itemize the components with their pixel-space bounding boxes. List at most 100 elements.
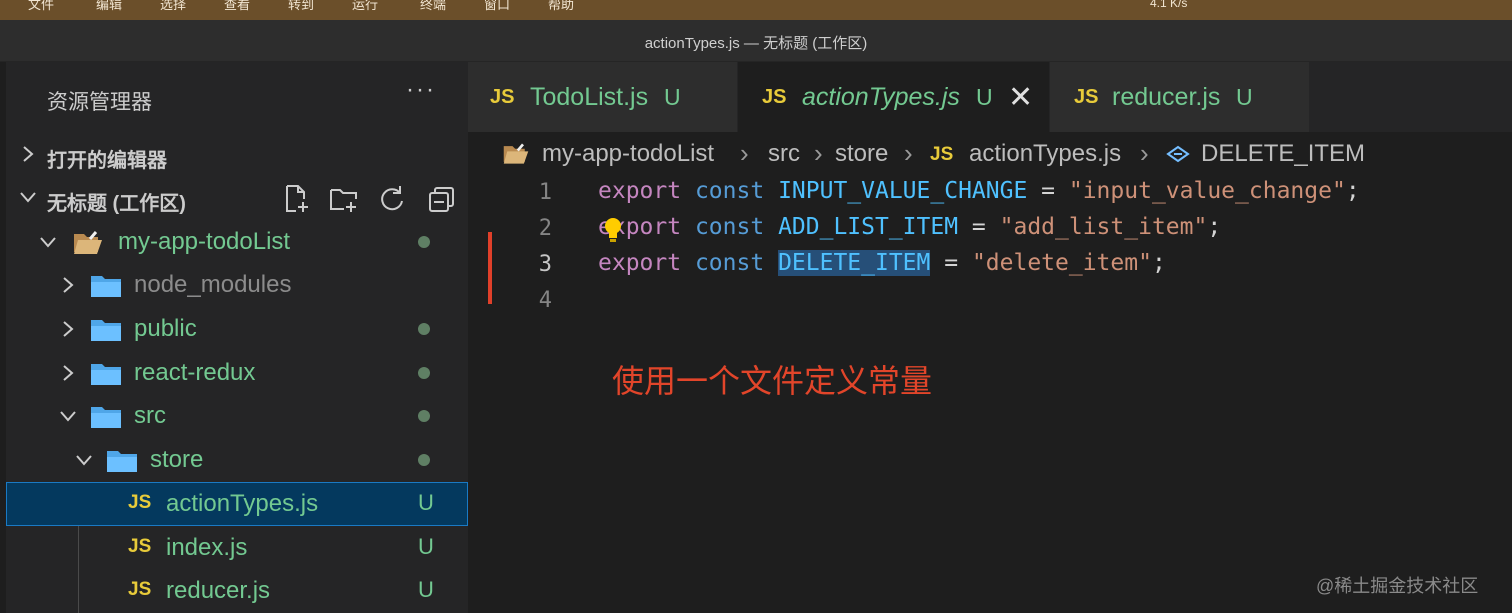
tree-item-node-modules[interactable]: node_modules (6, 263, 468, 307)
git-status-dot (418, 454, 430, 466)
menu-item[interactable]: 帮助 (548, 0, 574, 13)
tab-label: reducer.js (1112, 83, 1221, 111)
semicolon: ; (1151, 250, 1166, 276)
line-number: 4 (538, 288, 552, 313)
tree-item-my-app-todolist[interactable]: my-app-todoList (6, 220, 468, 264)
lightbulb-icon[interactable] (603, 216, 623, 244)
operator: = (930, 250, 972, 276)
js-file-icon: JS (762, 86, 787, 108)
tab-label: TodoList.js (530, 83, 649, 111)
chevron-down-icon (40, 237, 56, 248)
keyword: export (598, 250, 682, 276)
tree-item-label: index.js (166, 534, 248, 561)
chevron-down-icon (76, 455, 92, 466)
chevron-right-icon (23, 146, 34, 162)
git-status-dot (418, 323, 430, 335)
semicolon: ; (1207, 214, 1222, 240)
line-number: 3 (538, 252, 552, 277)
menu-item[interactable]: 运行 (352, 0, 378, 13)
semicolon: ; (1345, 178, 1360, 204)
tree-item-label: reducer.js (166, 577, 271, 604)
folder-icon (91, 364, 121, 385)
identifier: INPUT_VALUE_CHANGE (778, 178, 1028, 204)
string-literal: "input_value_change" (1068, 178, 1346, 204)
close-icon[interactable]: ✕ (1008, 80, 1033, 115)
tree-item-src[interactable]: src (6, 394, 468, 438)
line-number: 2 (538, 216, 552, 241)
tree-item-public[interactable]: public (6, 307, 468, 351)
breadcrumb-item[interactable]: store (835, 140, 888, 168)
tree-item-label: src (134, 402, 166, 429)
tree-item-react-redux[interactable]: react-redux (6, 351, 468, 395)
breadcrumb-separator: › (1140, 138, 1149, 168)
identifier: ADD_LIST_ITEM (778, 214, 959, 240)
tab-git-status: U (976, 84, 993, 110)
new-folder-icon[interactable] (328, 183, 360, 215)
js-file-icon: JS (128, 492, 152, 513)
menu-item[interactable]: 编辑 (96, 0, 122, 13)
folder-icon (91, 407, 121, 428)
chevron-right-icon (63, 365, 74, 381)
js-file-icon: JS (128, 579, 152, 600)
menu-item[interactable]: 终端 (420, 0, 446, 13)
annotation-text: 使用一个文件定义常量 (612, 363, 933, 399)
keyword: const (694, 250, 765, 276)
menu-item[interactable]: 窗口 (484, 0, 510, 13)
explorer-title: 资源管理器 (47, 91, 152, 114)
collapse-all-icon[interactable] (426, 183, 458, 215)
breadcrumb-item[interactable]: my-app-todoList (542, 140, 714, 168)
new-file-icon[interactable] (280, 183, 312, 215)
tab-reducer-js[interactable]: JS reducer.js U (1050, 62, 1310, 132)
menu-item[interactable]: 转到 (288, 0, 314, 13)
breadcrumb-item[interactable]: src (768, 140, 800, 168)
chevron-right-icon (63, 321, 74, 337)
editor-tab-bar: JS TodoList.js U JS actionTypes.js U ✕ J… (468, 62, 1512, 132)
chevron-down-icon (20, 192, 36, 203)
tree-item-label: node_modules (134, 271, 292, 298)
tree-item-store[interactable]: store (6, 438, 468, 482)
menu-item[interactable]: 选择 (160, 0, 186, 13)
git-status-untracked: U (418, 534, 434, 559)
tree-item-label: actionTypes.js (166, 490, 319, 517)
tree-item-index-js[interactable]: JS index.js U (6, 526, 468, 570)
menu-item[interactable]: 查看 (224, 0, 250, 13)
chevron-right-icon (63, 277, 74, 293)
tree-item-label: public (134, 315, 197, 342)
folder-icon (107, 451, 137, 472)
open-folder-icon (503, 143, 529, 164)
string-literal: "add_list_item" (999, 214, 1208, 240)
breadcrumb-separator: › (740, 138, 749, 168)
title-bar: actionTypes.js — 无标题 (工作区) (0, 20, 1512, 62)
breadcrumb-item[interactable]: DELETE_ITEM (1201, 140, 1365, 168)
operator: = (958, 214, 1000, 240)
js-file-icon: JS (128, 536, 152, 557)
window-title: actionTypes.js — 无标题 (工作区) (644, 35, 868, 52)
open-editors-section[interactable]: 打开的编辑器 (6, 134, 468, 178)
folder-icon (91, 320, 121, 341)
tab-git-status: U (664, 84, 681, 110)
network-speed: 4.1 K/s (1150, 0, 1188, 10)
tab-actiontypes-js[interactable]: JS actionTypes.js U ✕ (738, 62, 1050, 132)
open-editors-label: 打开的编辑器 (47, 150, 167, 172)
watermark: @稀土掘金技术社区 (1316, 576, 1479, 596)
string-literal: "delete_item" (971, 250, 1152, 276)
git-status-dot (418, 236, 430, 248)
open-folder-icon (74, 231, 102, 254)
git-status-untracked: U (418, 577, 434, 602)
tab-todolist-js[interactable]: JS TodoList.js U (468, 62, 738, 132)
identifier-highlighted: DELETE_ITEM (778, 250, 931, 276)
code-line: export const ADD_LIST_ITEM = "add_list_i… (598, 214, 1221, 240)
tree-item-actiontypes-js[interactable]: JS actionTypes.js U (6, 482, 468, 526)
operator: = (1027, 178, 1069, 204)
breadcrumb-separator: › (904, 138, 913, 168)
code-line: export const DELETE_ITEM = "delete_item"… (598, 250, 1166, 276)
js-file-icon: JS (490, 86, 515, 108)
menu-item[interactable]: 文件 (28, 0, 54, 13)
refresh-icon[interactable] (376, 183, 408, 215)
chevron-down-icon (60, 411, 76, 422)
breadcrumb-item[interactable]: actionTypes.js (969, 140, 1121, 168)
more-actions-icon[interactable]: ··· (406, 76, 436, 104)
workspace-section[interactable]: 无标题 (工作区) (6, 177, 468, 221)
git-change-marker (488, 232, 492, 304)
tree-item-reducer-js[interactable]: JS reducer.js U (6, 569, 468, 613)
